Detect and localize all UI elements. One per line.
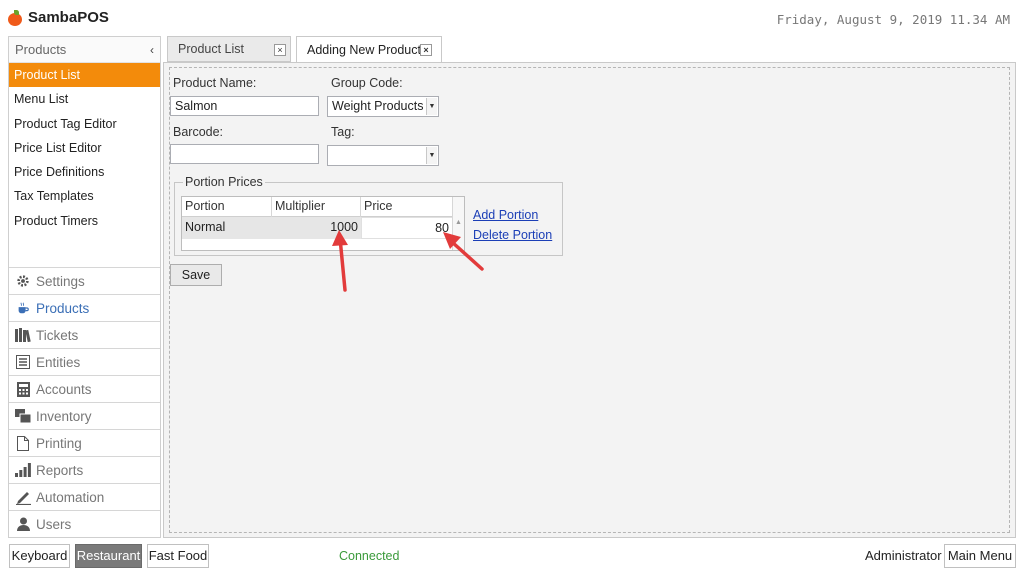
barcode-field[interactable] [170, 144, 319, 164]
collapse-icon[interactable]: ‹ [150, 43, 154, 57]
sidebar-item-tax-templates[interactable]: Tax Templates [9, 184, 160, 208]
pen-icon [15, 489, 31, 505]
portion-prices-legend: Portion Prices [183, 175, 265, 189]
content-panel: Product Name: Salmon Group Code: Weight … [163, 62, 1016, 538]
category-label: Products [36, 300, 90, 316]
tab-label: Product List [178, 42, 245, 56]
sidebar-title: Products [15, 42, 67, 57]
tag-select[interactable]: ▼ [327, 145, 439, 166]
main-menu-button[interactable]: Main Menu [944, 544, 1016, 568]
grid-header: Portion Multiplier Price [182, 197, 464, 217]
category-label: Accounts [36, 381, 92, 397]
category-label: Tickets [36, 327, 79, 343]
close-icon[interactable]: × [420, 44, 432, 56]
product-form: Product Name: Salmon Group Code: Weight … [169, 67, 1010, 533]
category-tickets[interactable]: Tickets [9, 321, 160, 348]
category-reports[interactable]: Reports [9, 456, 160, 483]
group-code-label: Group Code: [331, 76, 403, 90]
app-name: SambaPOS [28, 9, 109, 26]
column-header-price[interactable]: Price [361, 197, 453, 217]
category-label: Settings [36, 273, 85, 289]
fast-food-button[interactable]: Fast Food [147, 544, 209, 568]
category-users[interactable]: Users [9, 510, 160, 537]
calculator-icon [15, 381, 31, 397]
connection-status: Connected [339, 549, 400, 563]
category-label: Printing [36, 435, 82, 451]
gear-icon [15, 273, 31, 289]
column-header-multiplier[interactable]: Multiplier [272, 197, 361, 217]
bar-chart-icon [15, 462, 31, 478]
category-products[interactable]: Products [9, 294, 160, 321]
category-automation[interactable]: Automation [9, 483, 160, 510]
column-header-portion[interactable]: Portion [182, 197, 272, 217]
sidebar-item-product-list[interactable]: Product List [9, 63, 160, 88]
category-settings[interactable]: Settings [9, 267, 160, 294]
category-label: Automation [36, 489, 105, 505]
chevron-down-icon[interactable]: ▼ [426, 98, 437, 115]
keyboard-button[interactable]: Keyboard [9, 544, 70, 568]
current-user: Administrator [865, 548, 942, 563]
windows-icon [15, 408, 31, 424]
sidebar-categories: Settings Products Tickets Entities Accou… [9, 267, 160, 537]
category-label: Entities [36, 354, 81, 370]
product-name-field[interactable]: Salmon [170, 96, 319, 116]
document-icon [15, 435, 31, 451]
list-icon [15, 354, 31, 370]
user-icon [15, 516, 31, 532]
category-printing[interactable]: Printing [9, 429, 160, 456]
annotation-arrow [443, 232, 484, 271]
sidebar-item-price-list-editor[interactable]: Price List Editor [9, 136, 160, 160]
barcode-label: Barcode: [173, 125, 224, 139]
tag-label: Tag: [331, 125, 355, 139]
portion-cell[interactable]: Normal [182, 217, 272, 239]
tab-adding-new-product[interactable]: Adding New Product × [296, 36, 442, 63]
restaurant-button[interactable]: Restaurant [75, 544, 142, 568]
category-label: Users [36, 516, 72, 532]
sidebar-item-product-timers[interactable]: Product Timers [9, 209, 160, 233]
annotation-arrow [332, 230, 348, 292]
category-entities[interactable]: Entities [9, 348, 160, 375]
portion-prices-grid: Portion Multiplier Price Normal 1000 80 … [181, 196, 465, 251]
portion-prices-group: Portion Prices Portion Multiplier Price … [174, 175, 563, 256]
product-name-label: Product Name: [173, 76, 257, 90]
group-code-select[interactable]: Weight Products ▼ [327, 96, 439, 117]
books-icon [15, 327, 31, 343]
category-accounts[interactable]: Accounts [9, 375, 160, 402]
sidebar: Products ‹ Product List Menu List Produc… [8, 36, 161, 538]
tab-product-list[interactable]: Product List × [167, 36, 291, 62]
category-inventory[interactable]: Inventory [9, 402, 160, 429]
category-label: Reports [36, 462, 84, 478]
add-portion-link[interactable]: Add Portion [473, 208, 538, 222]
sidebar-item-price-definitions[interactable]: Price Definitions [9, 160, 160, 184]
chevron-down-icon[interactable]: ▼ [426, 147, 437, 164]
date-time: Friday, August 9, 2019 11.34 AM [776, 12, 1010, 27]
scroll-up-icon[interactable]: ▲ [455, 219, 462, 226]
coffee-cup-icon [15, 300, 31, 316]
app-header: SambaPOS Friday, August 9, 2019 11.34 AM [0, 0, 1024, 36]
app-logo: SambaPOS [8, 9, 109, 26]
close-icon[interactable]: × [274, 44, 286, 56]
table-row[interactable]: Normal 1000 80 [182, 217, 453, 239]
group-code-value: Weight Products [332, 99, 424, 113]
samba-logo-icon [8, 9, 22, 26]
sidebar-header: Products ‹ [9, 37, 160, 63]
tab-label: Adding New Product [307, 42, 421, 57]
sidebar-item-menu-list[interactable]: Menu List [9, 87, 160, 111]
category-label: Inventory [36, 408, 92, 424]
save-button[interactable]: Save [170, 264, 222, 286]
sidebar-item-product-tag-editor[interactable]: Product Tag Editor [9, 112, 160, 136]
sidebar-menu: Product List Menu List Product Tag Edito… [9, 63, 160, 233]
